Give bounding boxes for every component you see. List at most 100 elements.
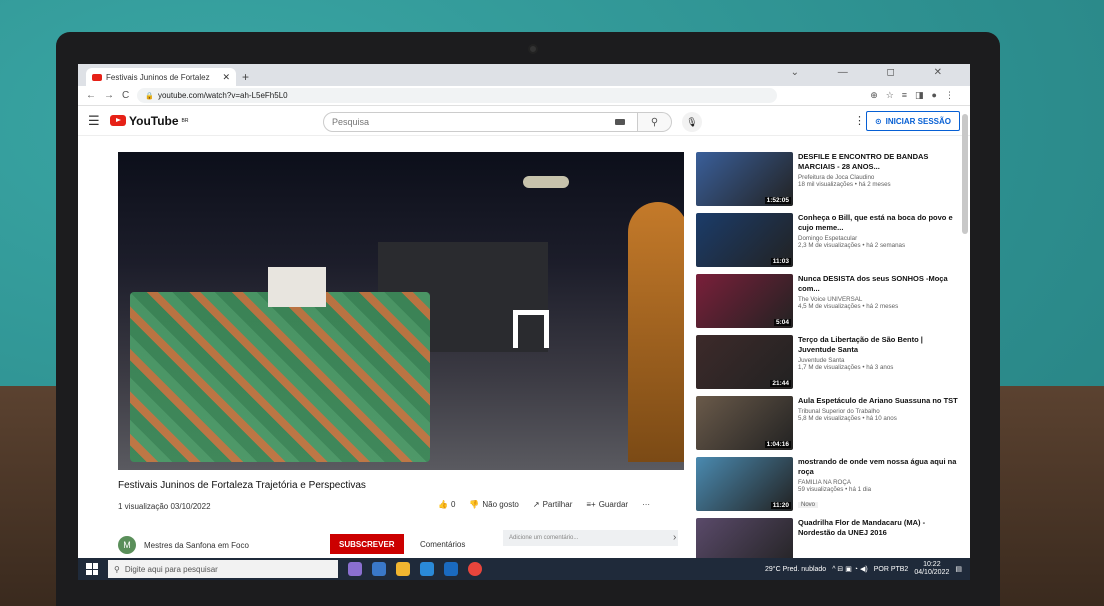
tray-icons[interactable]: ^ ⊟ ▣ ◔ ◀) bbox=[832, 565, 868, 573]
forward-arrow-icon[interactable]: → bbox=[104, 90, 114, 101]
edge-icon[interactable] bbox=[372, 562, 386, 576]
video-thumbnail[interactable]: 5:04 bbox=[696, 274, 793, 328]
recommendation-meta: 59 visualizações • há 1 dia bbox=[798, 486, 872, 493]
video-thumbnail[interactable]: 21:44 bbox=[696, 335, 793, 389]
microphone-icon[interactable]: 🎙 bbox=[682, 112, 702, 132]
list-item[interactable]: 1:04:16 Aula Espetáculo de Ariano Suassun… bbox=[696, 396, 958, 454]
search-icon: ⚲ bbox=[114, 564, 120, 574]
list-item[interactable]: 1:52:05 DESFILE E ENCONTRO DE BANDAS MARC… bbox=[696, 152, 958, 210]
video-thumbnail[interactable]: 1:52:05 bbox=[696, 152, 793, 206]
video-player[interactable] bbox=[118, 152, 684, 470]
share-label: Partilhar bbox=[542, 500, 573, 509]
recommendation-channel[interactable]: Domingo Espetacular bbox=[798, 235, 958, 242]
subscribe-button[interactable]: SUBSCREVER bbox=[330, 534, 404, 554]
chevron-right-icon[interactable]: › bbox=[673, 532, 676, 543]
recommendation-title[interactable]: Aula Espetáculo de Ariano Suassuna no TS… bbox=[798, 396, 958, 406]
video-meta: 1 visualização 03/10/2022 bbox=[118, 502, 211, 511]
new-tab-button[interactable]: + bbox=[242, 70, 249, 84]
clock[interactable]: 10:22 04/10/2022 bbox=[914, 561, 949, 577]
user-circle-icon: ⊙ bbox=[874, 116, 882, 126]
notification-icon[interactable]: ▤ bbox=[955, 565, 962, 573]
recommendation-info: Conheça o Bill, que está na boca do povo… bbox=[798, 213, 958, 271]
more-button[interactable]: ··· bbox=[642, 500, 650, 509]
recommendation-channel[interactable]: The Voice UNIVERSAL bbox=[798, 296, 958, 303]
laptop-screen: Festivais Juninos de Fortalez ✕ + ⌄ — ◻ … bbox=[78, 64, 970, 580]
sign-in-button[interactable]: ⊙ INICIAR SESSÃO bbox=[865, 111, 960, 131]
recommendation-title[interactable]: Conheça o Bill, que está na boca do povo… bbox=[798, 213, 958, 233]
channel-name[interactable]: Mestres da Sanfona em Foco bbox=[144, 541, 249, 550]
keyboard-icon[interactable] bbox=[615, 119, 625, 125]
duration-badge: 21:44 bbox=[770, 380, 791, 387]
recommendation-channel[interactable]: FAMILIA NA ROÇA bbox=[798, 479, 958, 486]
dislike-button[interactable]: 👎 Não gosto bbox=[469, 500, 518, 509]
comment-input[interactable]: Adicione um comentário... bbox=[503, 530, 678, 546]
reload-icon[interactable]: C bbox=[122, 90, 129, 101]
youtube-logo[interactable]: YouTube BR bbox=[110, 114, 189, 128]
video-thumbnail[interactable]: 1:04:16 bbox=[696, 396, 793, 450]
recommendations-list: 1:52:05 DESFILE E ENCONTRO DE BANDAS MARC… bbox=[696, 152, 958, 579]
recommendation-info: Aula Espetáculo de Ariano Suassuna no TS… bbox=[798, 396, 958, 454]
store-icon[interactable] bbox=[420, 562, 434, 576]
window-controls[interactable]: ⌄ — ◻ ✕ bbox=[791, 67, 960, 78]
logo-country: BR bbox=[181, 117, 189, 124]
save-button[interactable]: ≡+ Guardar bbox=[586, 500, 628, 509]
recommendation-title[interactable]: DESFILE E ENCONTRO DE BANDAS MARCIAIS - … bbox=[798, 152, 958, 172]
chrome-icon[interactable] bbox=[468, 562, 482, 576]
scene-table-cloth bbox=[130, 292, 430, 462]
like-button[interactable]: 👍 0 bbox=[438, 500, 455, 509]
youtube-header: ☰ YouTube BR ⚲ 🎙 ⋮ ⊙ INICIAR SESSÃO bbox=[78, 106, 970, 136]
taskbar-search-input[interactable]: ⚲ Digite aqui para pesquisar bbox=[108, 560, 338, 578]
video-thumbnail[interactable]: 11:20 bbox=[696, 457, 793, 511]
mail-icon[interactable] bbox=[444, 562, 458, 576]
share-icon: ↗ bbox=[532, 500, 540, 509]
recommendation-meta: 4,5 M de visualizações • há 2 meses bbox=[798, 303, 899, 310]
scene-box bbox=[268, 267, 326, 307]
system-tray: 29°C Pred. nublado ^ ⊟ ▣ ◔ ◀) POR PTB2 1… bbox=[765, 561, 970, 577]
new-badge: Novo bbox=[798, 502, 819, 508]
tab-close-icon[interactable]: ✕ bbox=[222, 72, 230, 83]
search-button[interactable]: ⚲ bbox=[638, 112, 672, 132]
like-count: 0 bbox=[450, 500, 456, 509]
recommendation-info: Terço da Libertação de São Bento | Juven… bbox=[798, 335, 958, 393]
lock-icon[interactable]: 🔒 bbox=[145, 92, 154, 100]
page-scrollbar[interactable] bbox=[962, 114, 968, 234]
duration-badge: 11:20 bbox=[770, 502, 791, 509]
settings-dots-icon[interactable]: ⋮ bbox=[854, 114, 865, 127]
language-indicator[interactable]: POR PTB2 bbox=[874, 566, 909, 573]
file-explorer-icon[interactable] bbox=[396, 562, 410, 576]
windows-start-icon[interactable] bbox=[86, 563, 98, 575]
share-button[interactable]: ↗ Partilhar bbox=[533, 500, 573, 509]
recommendation-title[interactable]: mostrando de onde vem nossa água aqui na… bbox=[798, 457, 958, 477]
recommendation-channel[interactable]: Tribunal Superior do Trabalho bbox=[798, 408, 958, 415]
duration-badge: 1:52:05 bbox=[764, 197, 791, 204]
browser-tab-bar: Festivais Juninos de Fortalez ✕ + ⌄ — ◻ … bbox=[78, 64, 970, 86]
webcam-icon bbox=[528, 44, 538, 54]
hamburger-menu-icon[interactable]: ☰ bbox=[88, 113, 110, 129]
recommendation-title[interactable]: Nunca DESISTA dos seus SONHOS -Moça com.… bbox=[798, 274, 958, 294]
list-item[interactable]: 11:03 Conheça o Bill, que está na boca do… bbox=[696, 213, 958, 271]
scene-chair bbox=[513, 310, 549, 348]
recommendation-title[interactable]: Quadrilha Flor de Mandacaru (MA) - Norde… bbox=[798, 518, 958, 538]
list-item[interactable]: 11:20 mostrando de onde vem nossa água aq… bbox=[696, 457, 958, 515]
channel-row: M Mestres da Sanfona em Foco bbox=[118, 536, 249, 554]
thumbs-down-icon: 👎 bbox=[469, 500, 480, 509]
extension-icons[interactable]: ⊕☆≡◨●⋮ bbox=[870, 90, 962, 101]
video-thumbnail[interactable]: 11:03 bbox=[696, 213, 793, 267]
address-bar-row: ← → C 🔒 youtube.com/watch?v=ah-L5eFh5L0 … bbox=[78, 86, 970, 106]
url-bar[interactable]: 🔒 youtube.com/watch?v=ah-L5eFh5L0 bbox=[137, 88, 778, 103]
weather-text[interactable]: 29°C Pred. nublado bbox=[765, 566, 826, 573]
recommendation-channel[interactable]: Juventude Santa bbox=[798, 357, 958, 364]
windows-taskbar: ⚲ Digite aqui para pesquisar 29°C Pred. … bbox=[78, 558, 970, 580]
back-arrow-icon[interactable]: ← bbox=[86, 90, 96, 101]
list-item[interactable]: 5:04 Nunca DESISTA dos seus SONHOS -Moça … bbox=[696, 274, 958, 332]
recommendation-channel[interactable]: Prefeitura de Joca Claudino bbox=[798, 174, 958, 181]
avatar[interactable]: M bbox=[118, 536, 136, 554]
browser-tab[interactable]: Festivais Juninos de Fortalez ✕ bbox=[86, 68, 236, 86]
logo-text: YouTube bbox=[129, 113, 179, 128]
recommendation-title[interactable]: Terço da Libertação de São Bento | Juven… bbox=[798, 335, 958, 355]
search-input[interactable] bbox=[323, 112, 638, 132]
duration-badge: 5:04 bbox=[773, 319, 791, 326]
dislike-label: Não gosto bbox=[482, 500, 519, 509]
list-item[interactable]: 21:44 Terço da Libertação de São Bento | … bbox=[696, 335, 958, 393]
taskbar-app-icon[interactable] bbox=[348, 562, 362, 576]
